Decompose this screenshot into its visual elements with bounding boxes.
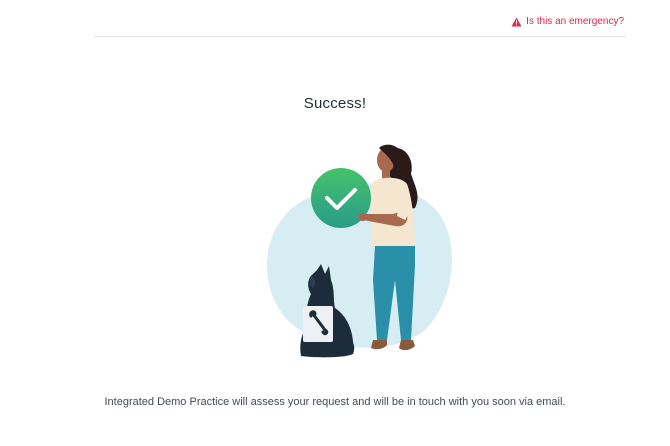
page-title: Success! — [303, 95, 367, 112]
confirmation-message: Integrated Demo Practice will assess you… — [104, 396, 566, 408]
emergency-link[interactable]: Is this an emergency? — [511, 16, 624, 27]
header-divider — [94, 36, 626, 37]
success-page: Is this an emergency? Success! Integrate… — [0, 0, 670, 446]
warning-triangle-icon — [511, 17, 522, 26]
success-illustration — [267, 144, 452, 358]
emergency-link-label: Is this an emergency? — [526, 16, 624, 27]
